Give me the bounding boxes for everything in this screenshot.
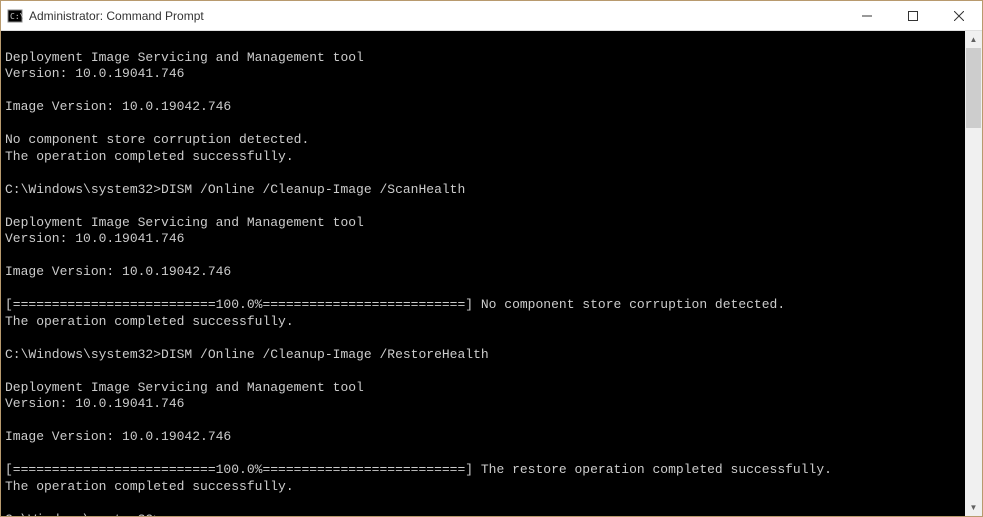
scroll-thumb[interactable]	[966, 48, 981, 128]
window-controls	[844, 1, 982, 30]
terminal-line: The operation completed successfully.	[5, 149, 961, 166]
terminal-line: Image Version: 10.0.19042.746	[5, 264, 961, 281]
terminal-line: C:\Windows\system32>DISM /Online /Cleanu…	[5, 182, 961, 199]
terminal-line	[5, 198, 961, 215]
minimize-button[interactable]	[844, 1, 890, 30]
terminal-line: Version: 10.0.19041.746	[5, 231, 961, 248]
terminal-line	[5, 248, 961, 265]
titlebar[interactable]: C:\ Administrator: Command Prompt	[1, 1, 982, 31]
cmd-icon: C:\	[7, 8, 23, 24]
terminal-line	[5, 116, 961, 133]
terminal-line	[5, 495, 961, 512]
scrollbar[interactable]: ▲ ▼	[965, 31, 982, 516]
terminal-line: Deployment Image Servicing and Managemen…	[5, 50, 961, 67]
window: C:\ Administrator: Command Prompt Deploy…	[0, 0, 983, 517]
terminal-line	[5, 165, 961, 182]
scroll-down-button[interactable]: ▼	[965, 499, 982, 516]
window-title: Administrator: Command Prompt	[29, 9, 204, 23]
terminal-line	[5, 363, 961, 380]
terminal-line: C:\Windows\system32>DISM /Online /Cleanu…	[5, 347, 961, 364]
terminal-line: Version: 10.0.19041.746	[5, 396, 961, 413]
terminal-line	[5, 83, 961, 100]
terminal-line: [==========================100.0%=======…	[5, 297, 961, 314]
terminal-line	[5, 446, 961, 463]
svg-text:C:\: C:\	[10, 12, 23, 21]
close-button[interactable]	[936, 1, 982, 30]
title-left: C:\ Administrator: Command Prompt	[1, 8, 204, 24]
terminal-line	[5, 330, 961, 347]
terminal-output[interactable]: Deployment Image Servicing and Managemen…	[1, 31, 965, 516]
terminal-line: Deployment Image Servicing and Managemen…	[5, 380, 961, 397]
terminal-line	[5, 33, 961, 50]
scroll-up-button[interactable]: ▲	[965, 31, 982, 48]
terminal-line: The operation completed successfully.	[5, 314, 961, 331]
terminal-line: No component store corruption detected.	[5, 132, 961, 149]
terminal-line: [==========================100.0%=======…	[5, 462, 961, 479]
terminal-line: Image Version: 10.0.19042.746	[5, 429, 961, 446]
client-area: Deployment Image Servicing and Managemen…	[1, 31, 982, 516]
terminal-line: The operation completed successfully.	[5, 479, 961, 496]
terminal-line: Deployment Image Servicing and Managemen…	[5, 215, 961, 232]
terminal-line: Version: 10.0.19041.746	[5, 66, 961, 83]
terminal-line	[5, 413, 961, 430]
terminal-line: C:\Windows\system32>	[5, 512, 961, 517]
maximize-button[interactable]	[890, 1, 936, 30]
terminal-line: Image Version: 10.0.19042.746	[5, 99, 961, 116]
terminal-line	[5, 281, 961, 298]
